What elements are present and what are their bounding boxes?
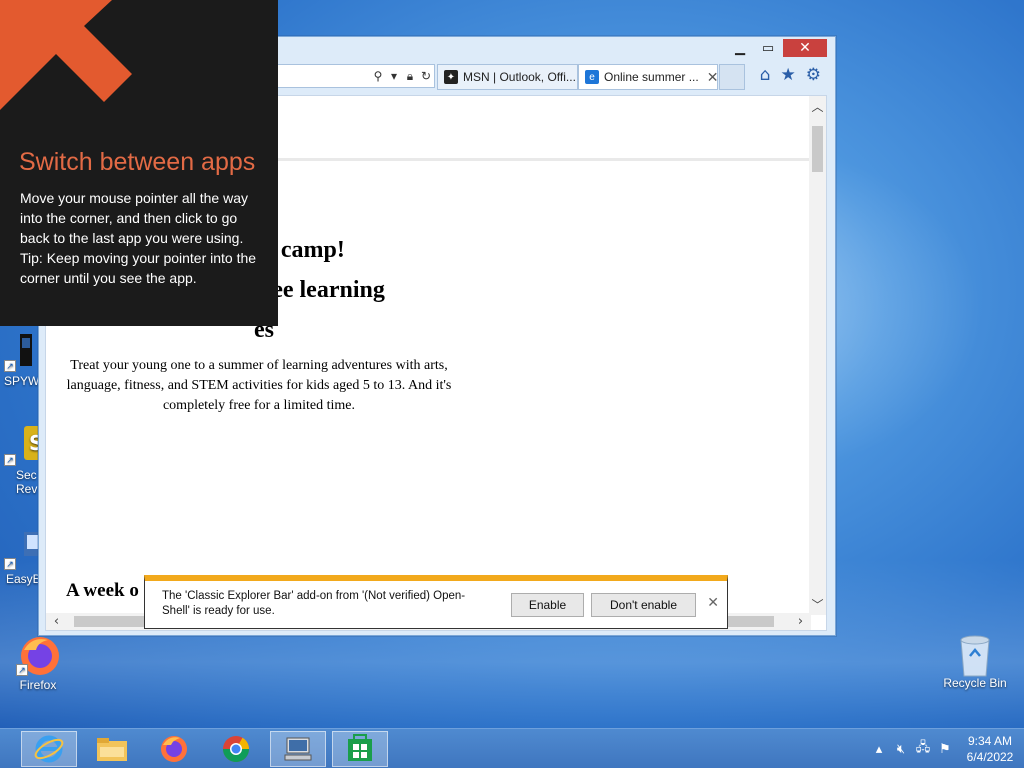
- firefox-icon: ↗: [16, 634, 59, 676]
- show-hidden-icons-icon[interactable]: ▴: [868, 742, 890, 757]
- file-explorer-icon: [97, 738, 127, 761]
- action-center-flag-icon[interactable]: ⚑: [934, 742, 956, 757]
- speaker-muted-icon[interactable]: 🔇︎: [890, 742, 912, 757]
- minimize-button[interactable]: ▁: [727, 39, 753, 57]
- network-icon[interactable]: 🖧: [912, 738, 934, 760]
- window-controls: ▁ ▭ ✕: [727, 39, 827, 57]
- new-tab-button[interactable]: [719, 64, 745, 90]
- taskbar-network-computer[interactable]: [270, 731, 326, 767]
- scroll-right-icon[interactable]: ›: [792, 613, 809, 630]
- internet-explorer-icon: [34, 735, 64, 763]
- tab-label: MSN | Outlook, Offi...: [463, 70, 576, 84]
- network-computer-icon: [284, 737, 312, 761]
- dropdown-icon[interactable]: ▾: [386, 69, 402, 83]
- taskbar-firefox[interactable]: [146, 731, 202, 767]
- taskbar: ▴ 🔇︎ 🖧 ⚑ 9:34 AM 6/4/2022: [0, 728, 1024, 768]
- hint-tip-text: Tip: Keep moving your pointer into the c…: [20, 250, 257, 286]
- home-icon[interactable]: ⌂: [760, 65, 771, 85]
- hint-title: Switch between apps: [19, 148, 256, 176]
- settings-gear-icon[interactable]: ⚙: [806, 65, 821, 85]
- tab-msn[interactable]: ✦ MSN | Outlook, Offi...: [437, 64, 578, 90]
- close-button[interactable]: ✕: [783, 39, 827, 57]
- desktop-icon-recycle-bin[interactable]: Recycle Bin: [941, 632, 1009, 690]
- chrome-icon: [222, 736, 250, 763]
- favorites-star-icon[interactable]: ★: [781, 65, 796, 85]
- taskbar-file-explorer[interactable]: [84, 731, 140, 767]
- tab-label: Online summer ...: [604, 70, 699, 84]
- corner-arrow-icon: [0, 0, 140, 130]
- desktop-icon-firefox[interactable]: ↗ Firefox: [6, 634, 70, 692]
- enable-button[interactable]: Enable: [511, 593, 584, 617]
- lock-icon[interactable]: 🔒︎: [402, 69, 418, 84]
- taskbar-internet-explorer[interactable]: [21, 731, 77, 767]
- addon-notification-bar: The 'Classic Explorer Bar' add-on from '…: [144, 575, 728, 629]
- taskbar-windows-store[interactable]: [332, 731, 388, 767]
- clock-time: 9:34 AM: [967, 734, 1013, 748]
- refresh-icon[interactable]: ↻: [418, 69, 434, 83]
- desktop-icon-label: Firefox: [19, 678, 57, 692]
- notification-message: The 'Classic Explorer Bar' add-on from '…: [162, 590, 466, 617]
- firefox-icon: [161, 736, 187, 762]
- browser-toolbar: ⌂ ★ ⚙: [760, 65, 821, 85]
- taskbar-chrome[interactable]: [208, 731, 264, 767]
- clock-date: 6/4/2022: [966, 750, 1014, 764]
- hero-description: Treat your young one to a summer of lear…: [66, 358, 452, 413]
- notification-close-icon[interactable]: ✕: [707, 595, 719, 611]
- tab-close-icon[interactable]: ✕: [707, 69, 717, 86]
- scroll-down-icon[interactable]: ﹀: [809, 596, 826, 613]
- vertical-scrollbar[interactable]: ︿ ﹀: [809, 96, 826, 615]
- taskbar-clock[interactable]: 9:34 AM 6/4/2022: [956, 733, 1024, 765]
- recycle-bin-icon: [955, 632, 995, 677]
- switch-apps-hint: Switch between apps Move your mouse poin…: [0, 0, 278, 326]
- vertical-scroll-thumb[interactable]: [812, 126, 823, 172]
- hint-body-text: Move your mouse pointer all the way into…: [20, 190, 248, 246]
- search-icon[interactable]: ⚲: [370, 69, 386, 83]
- msn-icon: ✦: [444, 70, 458, 84]
- system-tray: ▴ 🔇︎ 🖧 ⚑ 9:34 AM 6/4/2022: [868, 729, 1024, 768]
- windows-store-icon: [348, 734, 372, 761]
- tab-online-summer[interactable]: e Online summer ... ✕: [578, 64, 718, 90]
- dont-enable-button[interactable]: Don't enable: [591, 593, 696, 617]
- hint-body: Move your mouse pointer all the way into…: [20, 188, 265, 288]
- maximize-button[interactable]: ▭: [755, 39, 781, 57]
- desktop-icon-label: Recycle Bin: [943, 676, 1007, 690]
- ie-tab-icon: e: [585, 70, 599, 84]
- section-heading: A week o: [66, 580, 139, 601]
- scroll-left-icon[interactable]: ‹: [48, 613, 65, 630]
- scroll-up-icon[interactable]: ︿: [809, 98, 826, 115]
